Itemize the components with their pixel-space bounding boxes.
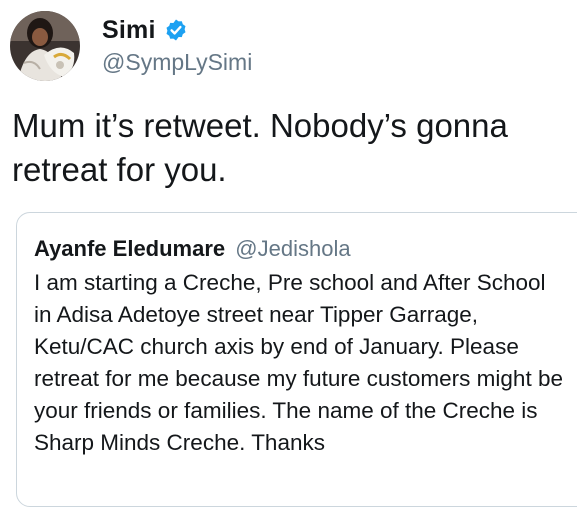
quoted-tweet[interactable]: Ayanfe Eledumare @Jedishola I am startin… <box>16 212 577 507</box>
quoted-author-handle: @Jedishola <box>235 236 351 261</box>
avatar[interactable] <box>10 11 80 81</box>
author-names: Simi @SympLySimi <box>102 15 252 77</box>
tweet-text: Mum it’s retweet. Nobody’s gonna retreat… <box>12 107 508 188</box>
quoted-tweet-header: Ayanfe Eledumare @Jedishola <box>34 235 351 263</box>
tweet-header: Simi @SympLySimi <box>10 10 252 82</box>
quoted-tweet-text: I am starting a Creche, Pre school and A… <box>34 270 563 455</box>
display-name-row: Simi <box>102 15 252 45</box>
display-name[interactable]: Simi <box>102 15 156 45</box>
verified-badge-icon <box>166 19 186 41</box>
author-handle[interactable]: @SympLySimi <box>102 47 252 77</box>
tweet-card: Simi @SympLySimi Mum it’s retweet. Nobod… <box>0 0 577 519</box>
quoted-author-name: Ayanfe Eledumare <box>34 236 226 261</box>
profile-photo-icon <box>10 11 80 81</box>
